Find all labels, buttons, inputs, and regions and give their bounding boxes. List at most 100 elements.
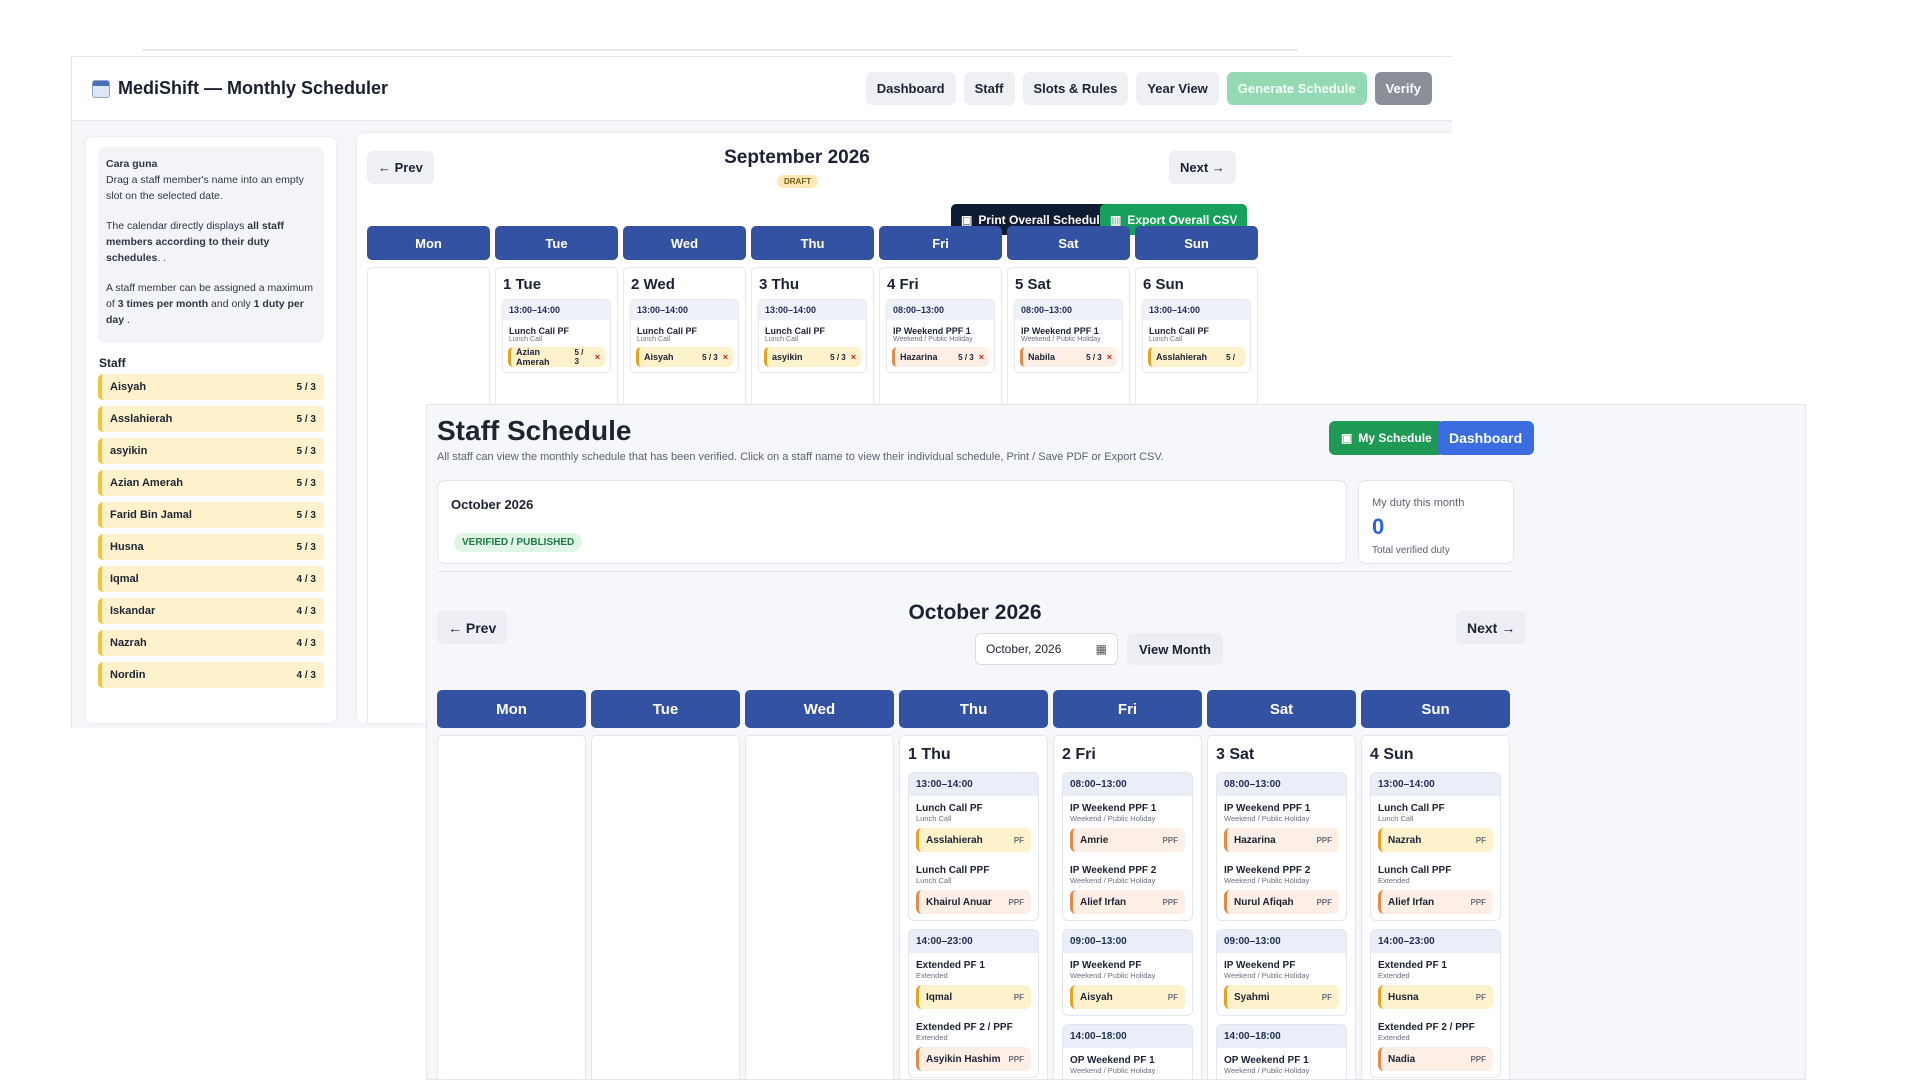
- shift-time: 08:00–13:00: [1217, 773, 1346, 796]
- shift-entry: OP Weekend PF 1 Weekend / Public Holiday: [1063, 1048, 1192, 1079]
- weekday-header: Mon: [367, 226, 490, 260]
- generate-schedule-button[interactable]: Generate Schedule: [1226, 72, 1367, 105]
- role-label: PF: [1321, 992, 1332, 1002]
- shift-block: 14:00–23:00 Extended PF 1 Extended Husna PF E…: [1370, 929, 1501, 1078]
- slot-type: Lunch Call: [637, 336, 671, 343]
- staff-item[interactable]: Nazrah 4 / 3: [98, 630, 324, 656]
- staff-count: 4 / 3: [296, 669, 316, 681]
- slot-type: Extended: [916, 1033, 948, 1042]
- assigned-staff-chip[interactable]: Nadia PPF: [1378, 1047, 1493, 1071]
- assigned-staff-chip[interactable]: Syahmi PF: [1224, 985, 1339, 1009]
- assigned-staff-chip[interactable]: Azian Amerah 5 / 3 ×: [508, 347, 605, 367]
- nav-dashboard-button[interactable]: Dashboard: [865, 72, 956, 105]
- slot-type: Lunch Call: [1378, 814, 1414, 823]
- assigned-staff-chip[interactable]: Iqmal PF: [916, 985, 1031, 1009]
- assigned-staff-chip[interactable]: Alief Irfan PPF: [1070, 890, 1185, 914]
- role-label: PF: [1013, 835, 1024, 845]
- month-picker[interactable]: October, 2026 ▦: [975, 633, 1118, 665]
- my-schedule-button[interactable]: ▣ My Schedule: [1329, 421, 1444, 455]
- slot-type: Weekend / Public Holiday: [1224, 814, 1310, 823]
- duty-count: 0: [1372, 514, 1385, 539]
- nav-staff-button[interactable]: Staff: [963, 72, 1015, 105]
- assigned-staff-chip[interactable]: Amrie PPF: [1070, 828, 1185, 852]
- staff-name: Aisyah: [1080, 991, 1113, 1003]
- assigned-staff-chip[interactable]: asyikin 5 / 3 ×: [764, 347, 861, 367]
- assigned-staff-chip[interactable]: Nabila 5 / 3 ×: [1020, 347, 1117, 367]
- day-cell[interactable]: 2 Fri 08:00–13:00 IP Weekend PPF 1 Weekend …: [1053, 735, 1202, 1079]
- verify-button[interactable]: Verify: [1374, 72, 1432, 105]
- view-month-button[interactable]: View Month: [1127, 633, 1223, 665]
- staff-name: Azian Amerah: [516, 347, 550, 367]
- staff-name: Hazarina: [900, 352, 938, 362]
- assigned-staff-chip[interactable]: Asyikin Hashim PPF: [916, 1047, 1031, 1071]
- prev-month-button[interactable]: ← Prev: [367, 151, 434, 184]
- next-month-button[interactable]: Next →: [1169, 151, 1236, 184]
- day-cell[interactable]: 1 Thu 13:00–14:00 Lunch Call PF Lunch Call A…: [899, 735, 1048, 1079]
- staff-name: Khairul Anuar: [926, 896, 992, 908]
- shift-time: 13:00–14:00: [503, 300, 610, 320]
- slot-name: OP Weekend PF 1: [1070, 1055, 1155, 1066]
- shift-time: 14:00–18:00: [1217, 1025, 1346, 1048]
- assigned-staff-chip[interactable]: Husna PF: [1378, 985, 1493, 1009]
- staff-item[interactable]: Aisyah 5 / 3: [98, 374, 324, 400]
- staff-item[interactable]: Nordin 4 / 3: [98, 662, 324, 688]
- day-cell[interactable]: 4 Sun 13:00–14:00 Lunch Call PF Lunch Call N…: [1361, 735, 1510, 1079]
- nav-year-view-button[interactable]: Year View: [1136, 72, 1219, 105]
- staff-item[interactable]: Asslahierah 5 / 3: [98, 406, 324, 432]
- day-number: 5 Sat: [1015, 276, 1051, 293]
- slot-name: Lunch Call PF: [1149, 326, 1210, 336]
- staff-item[interactable]: Iskandar 4 / 3: [98, 598, 324, 624]
- shift-entry: Extended PF 1 Extended Husna PF: [1371, 953, 1500, 1009]
- staff-item[interactable]: Azian Amerah 5 / 3: [98, 470, 324, 496]
- staff-name: asyikin: [110, 445, 148, 457]
- dashboard-button[interactable]: Dashboard: [1437, 421, 1535, 455]
- staff-item[interactable]: Farid Bin Jamal 5 / 3: [98, 502, 324, 528]
- slot-type: Weekend / Public Holiday: [1070, 971, 1156, 980]
- assigned-staff-chip[interactable]: Khairul Anuar PPF: [916, 890, 1031, 914]
- assigned-staff-chip[interactable]: Hazarina 5 / 3 ×: [892, 347, 989, 367]
- staff-name: Asslahierah: [110, 413, 173, 425]
- next-month-button[interactable]: Next →: [1456, 611, 1527, 644]
- shift-time: 14:00–23:00: [1371, 930, 1500, 953]
- staff-name: Syahmi: [1234, 991, 1270, 1003]
- shift-block: 09:00–13:00 IP Weekend PF Weekend / Public…: [1216, 929, 1347, 1016]
- slot-type: Weekend / Public Holiday: [1021, 336, 1101, 343]
- shift-slot: 08:00–13:00 IP Weekend PPF 1 Weekend / Pub…: [886, 299, 995, 373]
- staff-item[interactable]: Iqmal 4 / 3: [98, 566, 324, 592]
- slot-name: Extended PF 2 / PPF: [916, 1022, 1013, 1033]
- assigned-staff-chip[interactable]: Asslahierah 5 /: [1148, 347, 1245, 367]
- role-label: PPF: [1470, 897, 1486, 907]
- nav-slots-rules-button[interactable]: Slots & Rules: [1022, 72, 1129, 105]
- slot-name: IP Weekend PPF 1: [893, 326, 971, 336]
- remove-icon[interactable]: ×: [1107, 352, 1112, 362]
- slot-type: Lunch Call: [509, 336, 543, 343]
- shift-time: 08:00–13:00: [1063, 773, 1192, 796]
- remove-icon[interactable]: ×: [723, 352, 728, 362]
- weekday-header: Tue: [591, 690, 740, 728]
- shift-entry: Lunch Call PF Lunch Call Nazrah PF: [1371, 796, 1500, 852]
- assigned-staff-chip[interactable]: Asslahierah PF: [916, 828, 1031, 852]
- staff-item[interactable]: Husna 5 / 3: [98, 534, 324, 560]
- page-title: Staff Schedule: [437, 415, 632, 446]
- shift-time: 09:00–13:00: [1217, 930, 1346, 953]
- assigned-staff-chip[interactable]: Nurul Afiqah PPF: [1224, 890, 1339, 914]
- assigned-staff-chip[interactable]: Alief Irfan PPF: [1378, 890, 1493, 914]
- staff-heading: Staff: [99, 356, 126, 370]
- shift-time: 09:00–13:00: [1063, 930, 1192, 953]
- assigned-staff-chip[interactable]: Nazrah PF: [1378, 828, 1493, 852]
- staff-count: 5 / 3: [296, 413, 316, 425]
- prev-month-button[interactable]: ← Prev: [437, 611, 508, 644]
- shift-time: 13:00–14:00: [759, 300, 866, 320]
- role-label: PF: [1475, 835, 1486, 845]
- assigned-staff-chip[interactable]: Hazarina PPF: [1224, 828, 1339, 852]
- staff-count: 5 / 3: [702, 352, 718, 362]
- remove-icon[interactable]: ×: [979, 352, 984, 362]
- help-box: Cara guna Drag a staff member's name int…: [98, 147, 324, 343]
- remove-icon[interactable]: ×: [851, 352, 856, 362]
- assigned-staff-chip[interactable]: Aisyah 5 / 3 ×: [636, 347, 733, 367]
- staff-item[interactable]: asyikin 5 / 3: [98, 438, 324, 464]
- month-title: September 2026: [724, 147, 870, 168]
- remove-icon[interactable]: ×: [595, 352, 600, 362]
- assigned-staff-chip[interactable]: Aisyah PF: [1070, 985, 1185, 1009]
- day-cell[interactable]: 3 Sat 08:00–13:00 IP Weekend PPF 1 Weekend …: [1207, 735, 1356, 1079]
